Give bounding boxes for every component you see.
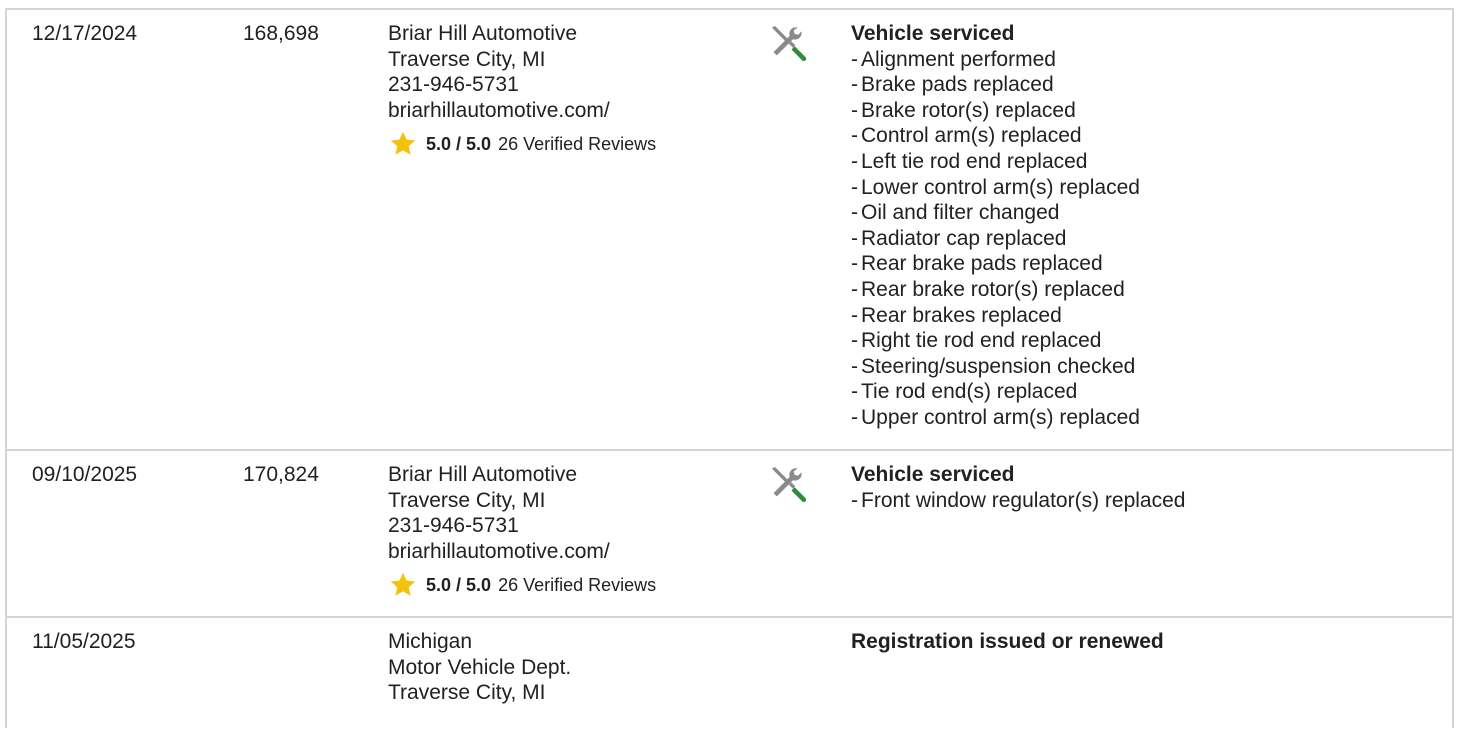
history-row: 09/10/2025 170,824 Briar Hill Automotive…	[7, 451, 1452, 617]
service-item: - Lower control arm(s) replaced	[851, 175, 1140, 201]
event-title: Vehicle serviced	[851, 463, 1015, 486]
source-rating[interactable]: 5.0 / 5.0 26 Verified Reviews	[388, 570, 656, 600]
service-item: - Rear brake pads replaced	[851, 251, 1140, 277]
service-item: - Oil and filter changed	[851, 200, 1140, 226]
source-name[interactable]: Briar Hill Automotive	[388, 21, 656, 47]
service-item-text: Right tie rod end replaced	[861, 329, 1102, 353]
service-item: - Tie rod end(s) replaced	[851, 379, 1140, 405]
event-title: Vehicle serviced	[851, 22, 1015, 45]
bullet-dash: -	[851, 354, 858, 378]
service-item-text: Steering/suspension checked	[861, 354, 1136, 378]
source-location: Traverse City, MI	[388, 681, 546, 705]
service-item-text: Tie rod end(s) replaced	[861, 380, 1078, 404]
service-item: - Front window regulator(s) replaced	[851, 488, 1185, 514]
service-item: - Radiator cap replaced	[851, 226, 1140, 252]
bullet-dash: -	[851, 226, 858, 250]
record-odometer: 170,824	[243, 463, 319, 486]
source-phone[interactable]: 231-946-5731	[388, 72, 656, 98]
source-location: Traverse City, MI	[388, 488, 546, 512]
service-item: - Upper control arm(s) replaced	[851, 405, 1140, 431]
bullet-dash: -	[851, 175, 858, 199]
service-item: - Brake pads replaced	[851, 72, 1140, 98]
record-date: 09/10/2025	[32, 463, 138, 486]
service-items-list: - Alignment performed - Brake pads replaced…	[851, 47, 1140, 431]
bullet-dash: -	[851, 98, 858, 122]
rating-reviews-link[interactable]: 26 Verified Reviews	[498, 133, 656, 155]
vehicle-history-table: 12/17/2024 168,698 Briar Hill Automotive…	[5, 8, 1454, 728]
service-item-text: Radiator cap replaced	[861, 226, 1067, 250]
service-item-text: Left tie rod end replaced	[861, 149, 1088, 173]
source-name: Michigan	[388, 630, 473, 653]
source-rating[interactable]: 5.0 / 5.0 26 Verified Reviews	[388, 129, 656, 159]
event-title: Registration issued or renewed	[851, 630, 1164, 653]
star-icon	[390, 132, 416, 156]
service-item-text: Brake pads replaced	[861, 73, 1054, 97]
service-item: - Control arm(s) replaced	[851, 123, 1140, 149]
service-item-text: Lower control arm(s) replaced	[861, 175, 1140, 199]
service-item-text: Upper control arm(s) replaced	[861, 405, 1140, 429]
service-item-text: Oil and filter changed	[861, 201, 1060, 225]
record-details: Vehicle serviced - Alignment performed - Br…	[851, 21, 1140, 431]
service-wrench-screwdriver-icon	[767, 465, 809, 507]
record-date: 11/05/2025	[32, 630, 136, 653]
service-item-text: Rear brake rotor(s) replaced	[861, 277, 1125, 301]
service-item-text: Alignment performed	[861, 47, 1056, 71]
service-wrench-screwdriver-icon	[767, 24, 809, 66]
rating-score: 5.0 / 5.0	[426, 575, 492, 596]
service-item: - Rear brakes replaced	[851, 303, 1140, 329]
service-item: - Left tie rod end replaced	[851, 149, 1140, 175]
star-icon	[390, 573, 416, 597]
service-item: - Right tie rod end replaced	[851, 328, 1140, 354]
bullet-dash: -	[851, 488, 858, 512]
service-item-text: Rear brakes replaced	[861, 303, 1062, 327]
record-date: 12/17/2024	[32, 22, 138, 45]
record-source: Briar Hill Automotive Traverse City, MI …	[388, 21, 656, 159]
record-details: Registration issued or renewed	[851, 629, 1164, 655]
record-source: Briar Hill Automotive Traverse City, MI …	[388, 462, 656, 600]
bullet-dash: -	[851, 329, 858, 353]
bullet-dash: -	[851, 124, 858, 148]
rating-score: 5.0 / 5.0	[426, 134, 492, 155]
service-item: - Brake rotor(s) replaced	[851, 98, 1140, 124]
bullet-dash: -	[851, 149, 858, 173]
service-item-text: Control arm(s) replaced	[861, 124, 1082, 148]
service-item: - Alignment performed	[851, 47, 1140, 73]
record-source: Michigan Motor Vehicle Dept. Traverse Ci…	[388, 629, 571, 706]
service-items-list: - Front window regulator(s) replaced	[851, 488, 1185, 514]
service-item: - Steering/suspension checked	[851, 354, 1140, 380]
bullet-dash: -	[851, 405, 858, 429]
bullet-dash: -	[851, 303, 858, 327]
record-odometer: 168,698	[243, 22, 319, 45]
service-item-text: Front window regulator(s) replaced	[861, 488, 1186, 512]
bullet-dash: -	[851, 380, 858, 404]
bullet-dash: -	[851, 252, 858, 276]
bullet-dash: -	[851, 73, 858, 97]
record-details: Vehicle serviced - Front window regulator…	[851, 462, 1185, 513]
source-phone[interactable]: 231-946-5731	[388, 513, 656, 539]
history-row: 11/05/2025 Michigan Motor Vehicle Dept. …	[7, 618, 1452, 738]
rating-reviews-link[interactable]: 26 Verified Reviews	[498, 574, 656, 596]
source-location: Traverse City, MI	[388, 47, 546, 71]
service-item: - Rear brake rotor(s) replaced	[851, 277, 1140, 303]
service-item-text: Rear brake pads replaced	[861, 252, 1103, 276]
source-website[interactable]: briarhillautomotive.com/	[388, 539, 656, 565]
bullet-dash: -	[851, 201, 858, 225]
source-agency: Motor Vehicle Dept.	[388, 655, 572, 679]
bullet-dash: -	[851, 47, 858, 71]
history-row: 12/17/2024 168,698 Briar Hill Automotive…	[7, 10, 1452, 450]
source-website[interactable]: briarhillautomotive.com/	[388, 98, 656, 124]
bullet-dash: -	[851, 277, 858, 301]
source-name[interactable]: Briar Hill Automotive	[388, 462, 656, 488]
service-item-text: Brake rotor(s) replaced	[861, 98, 1076, 122]
